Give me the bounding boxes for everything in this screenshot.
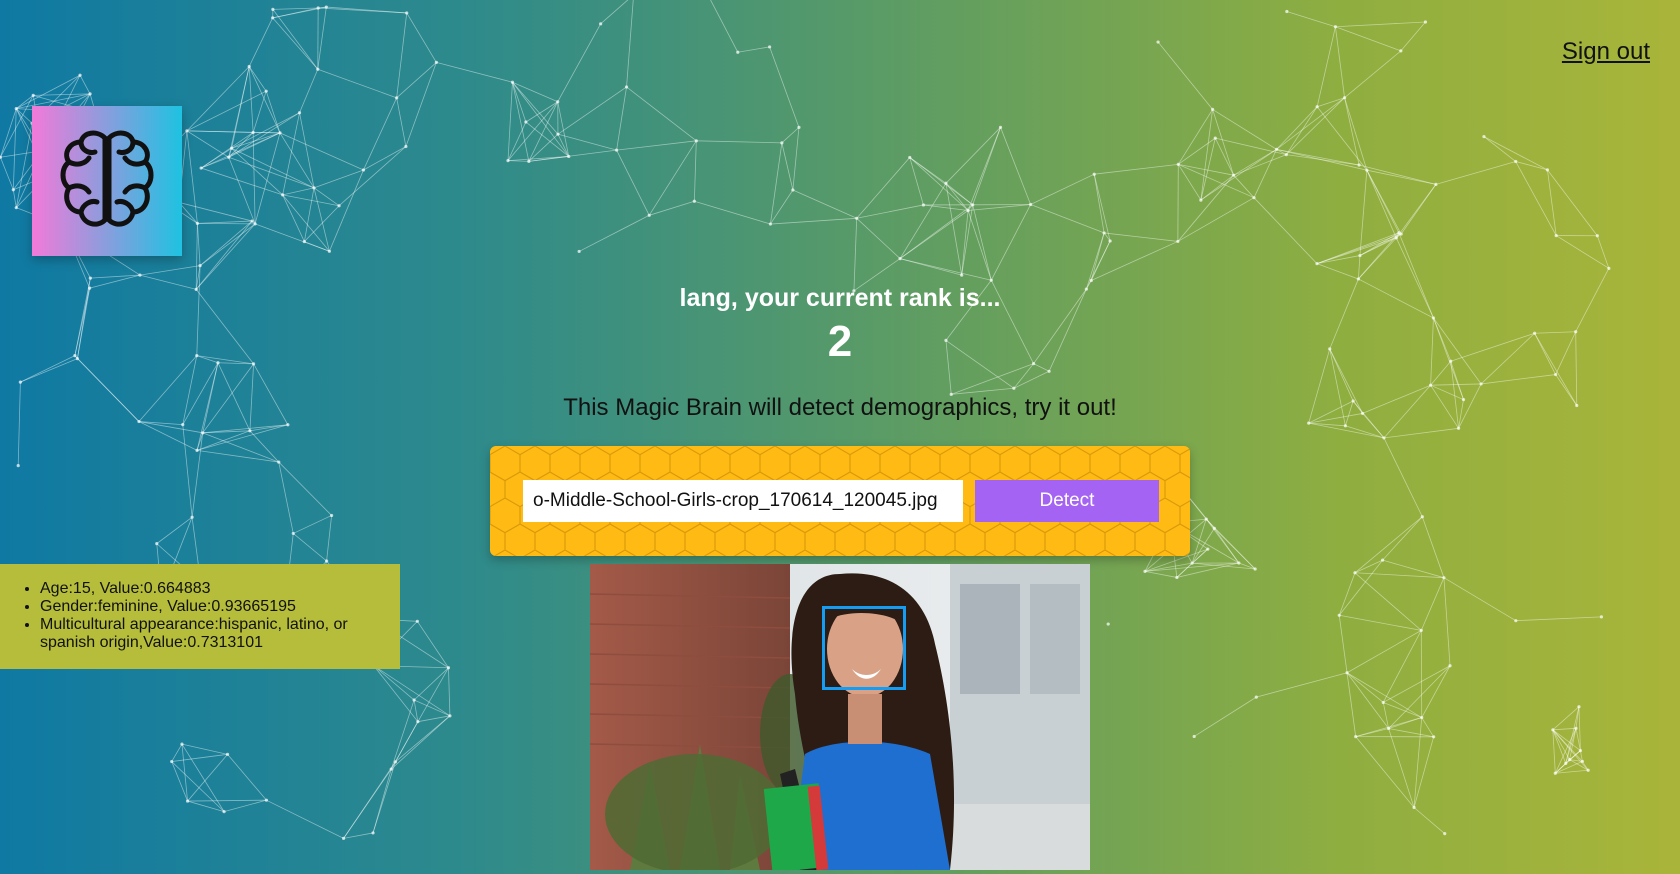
image-url-input[interactable] <box>523 480 963 522</box>
brain-icon <box>60 130 154 227</box>
image-link-form: Detect <box>490 446 1190 556</box>
results-list: Age:15, Value:0.664883 Gender:feminine, … <box>22 580 380 652</box>
analyzed-photo <box>590 564 1090 870</box>
intro-text: This Magic Brain will detect demographic… <box>563 394 1117 421</box>
result-gender: Gender:feminine, Value:0.93665195 <box>40 598 380 616</box>
rank-section: lang, your current rank is... 2 <box>0 284 1680 367</box>
result-age: Age:15, Value:0.664883 <box>40 580 380 598</box>
detect-button[interactable]: Detect <box>975 480 1159 522</box>
result-multicultural: Multicultural appearance:hispanic, latin… <box>40 616 380 652</box>
demographics-results-panel: Age:15, Value:0.664883 Gender:feminine, … <box>0 564 400 669</box>
sign-out-link[interactable]: Sign out <box>1562 38 1650 66</box>
rank-message: lang, your current rank is... <box>679 284 1001 312</box>
rank-value: 2 <box>827 317 853 366</box>
brain-logo <box>32 106 182 256</box>
face-bounding-box <box>822 606 906 690</box>
